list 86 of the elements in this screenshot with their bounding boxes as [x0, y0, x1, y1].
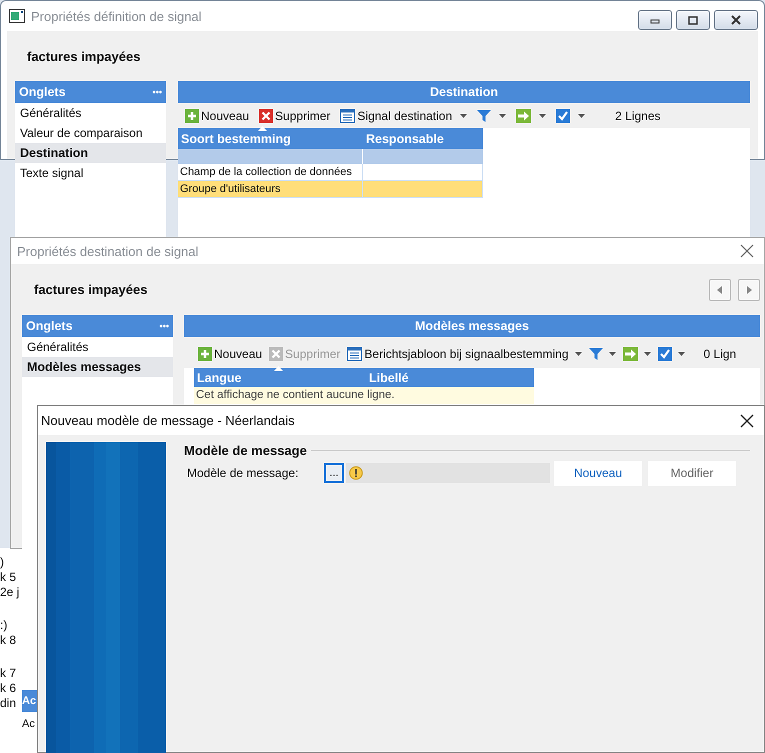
cut-text: k 8	[0, 633, 18, 648]
record-title: factures impayées	[26, 48, 140, 64]
tab-item[interactable]: Destination	[15, 143, 166, 163]
sort-icon	[258, 126, 267, 131]
panel-title: Destination	[178, 81, 750, 103]
window-title: Propriétés définition de signal	[31, 8, 203, 24]
right-triangle-icon	[746, 286, 752, 294]
select-button[interactable]	[556, 108, 586, 122]
cut-text: din	[0, 696, 18, 711]
row-count: 2 Lignes	[615, 108, 661, 122]
caret-icon	[539, 114, 546, 118]
sort-icon	[274, 366, 283, 371]
funnel-icon	[477, 108, 492, 122]
funnel-icon	[588, 346, 603, 360]
arrow-icon	[622, 346, 638, 360]
cut-text: k 6	[0, 681, 18, 696]
panel-header: Ac	[22, 690, 37, 712]
column-header[interactable]: Soort bestemming	[178, 132, 363, 146]
warning-icon	[349, 466, 363, 480]
column-header[interactable]: Langue	[194, 370, 366, 384]
close-icon[interactable]	[740, 414, 754, 428]
new-button[interactable]: Nouveau	[198, 346, 262, 360]
close-icon	[730, 15, 742, 25]
window-title: Nouveau modèle de message - Néerlandais	[41, 413, 296, 428]
panel-title: Modèles messages	[184, 315, 760, 337]
maximize-icon	[688, 16, 698, 24]
cut-text: k 5	[0, 570, 18, 585]
tab-item[interactable]: Texte signal	[15, 163, 166, 183]
caret-icon	[574, 352, 582, 356]
new-button[interactable]: Nouveau	[185, 108, 250, 122]
checkmark-icon	[556, 108, 570, 122]
cut-text: )	[0, 555, 5, 570]
caret-icon	[608, 352, 616, 356]
view-button[interactable]: Berichtsjabloon bij signaalbestemming	[347, 346, 582, 360]
export-button[interactable]	[516, 108, 546, 122]
next-button[interactable]	[738, 278, 760, 300]
record-title: factures impayées	[33, 282, 148, 297]
plus-icon	[185, 108, 199, 122]
browse-button[interactable]: ...	[324, 463, 344, 483]
cross-icon	[259, 108, 274, 122]
caret-icon	[499, 114, 506, 118]
window-title: Propriétés destination de signal	[17, 244, 200, 258]
arrow-icon	[516, 108, 532, 122]
panel-title: Onglets	[19, 85, 66, 99]
input-field[interactable]	[346, 463, 550, 483]
more-button[interactable]: •••	[160, 321, 169, 331]
row-count: 0 Lign	[704, 346, 736, 360]
grid-icon	[340, 108, 356, 122]
checkmark-icon	[658, 346, 672, 360]
filter-button[interactable]	[588, 346, 616, 360]
window-icon	[9, 9, 25, 23]
grid-icon	[347, 346, 362, 360]
cut-text: :)	[0, 618, 8, 633]
minimize-button[interactable]	[638, 10, 672, 30]
previous-button[interactable]	[709, 278, 731, 300]
cut-text: 2e j	[0, 585, 20, 600]
column-header[interactable]: Responsable	[363, 132, 483, 146]
plus-icon	[198, 346, 212, 360]
tab-item[interactable]: Généralités	[15, 103, 166, 123]
tab-item[interactable]: Généralités	[22, 337, 173, 357]
cross-icon	[269, 346, 284, 360]
table-cell: Groupe d'utilisateurs	[178, 181, 363, 197]
caret-icon	[644, 352, 651, 356]
caret-icon	[460, 114, 468, 118]
empty-message: Cet affichage ne contient aucune ligne.	[194, 387, 534, 404]
panel-title: Onglets	[26, 319, 73, 333]
section-title: Modèle de message	[184, 443, 307, 458]
filter-button[interactable]	[477, 108, 506, 122]
view-button[interactable]: Signal destination	[340, 108, 468, 122]
list-item[interactable]: Ac	[22, 718, 35, 730]
column-header[interactable]: Libellé	[366, 370, 534, 384]
close-button[interactable]	[714, 10, 758, 30]
select-button[interactable]	[658, 346, 685, 360]
table-cell: Champ de la collection de données	[178, 164, 363, 180]
caret-icon	[678, 352, 685, 356]
export-button[interactable]	[622, 346, 651, 360]
more-button[interactable]: •••	[152, 87, 162, 97]
delete-button[interactable]: Supprimer	[259, 108, 330, 122]
field-label: Modèle de message:	[186, 466, 300, 480]
caret-icon	[578, 114, 586, 118]
tab-item[interactable]: Valeur de comparaison	[15, 123, 166, 143]
cut-text: k 7	[0, 666, 18, 681]
maximize-button[interactable]	[676, 10, 710, 30]
left-triangle-icon	[717, 286, 723, 294]
new-button[interactable]: Nouveau	[554, 460, 642, 486]
tab-item[interactable]: Modèles messages	[22, 357, 173, 377]
